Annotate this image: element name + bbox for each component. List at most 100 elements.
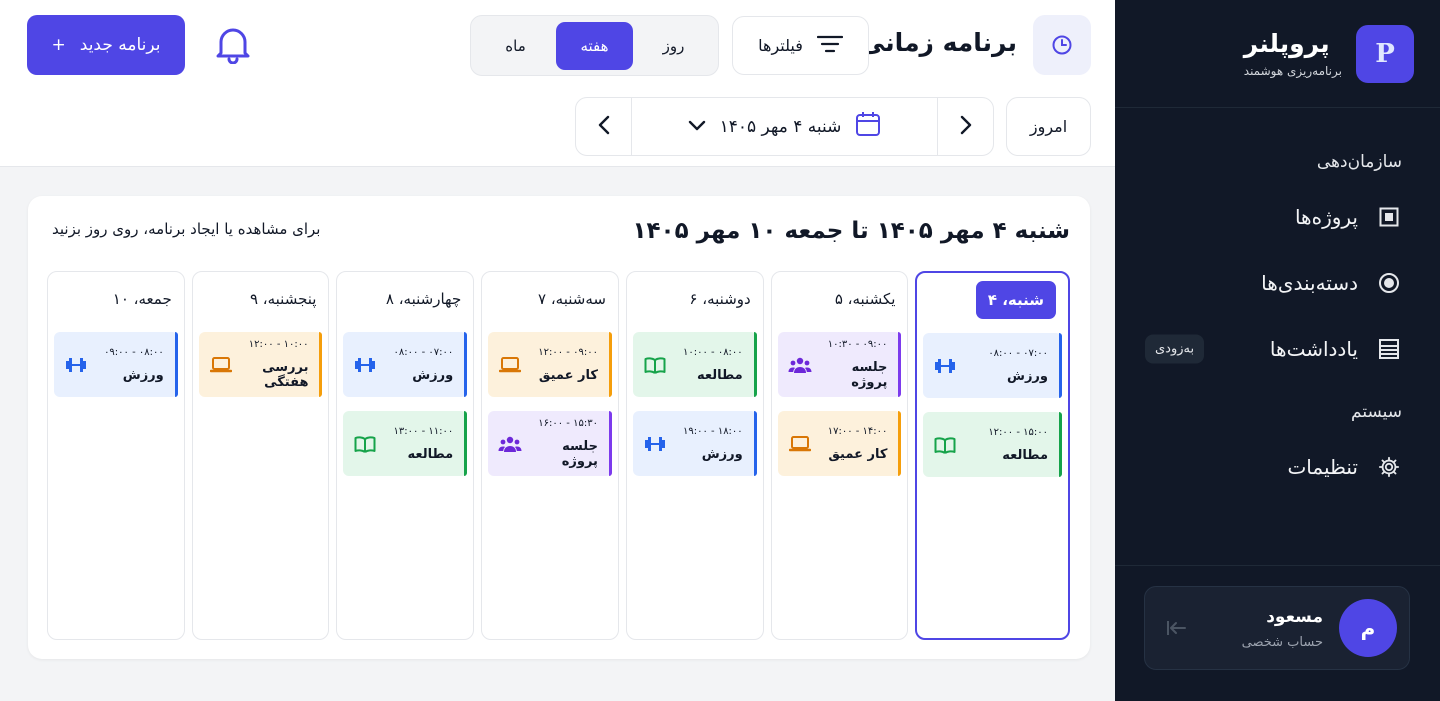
event-time: ۱۷:۰۰ - ۱۴:۰۰ (827, 425, 888, 437)
filters-label: فیلترها (758, 36, 803, 55)
event-card[interactable]: ۱۰:۳۰ - ۰۹:۰۰ جلسه پروژه (777, 332, 902, 397)
event-text: ۱۶:۰۰ - ۱۵:۳۰ جلسه پروژه (522, 418, 602, 469)
event-title: مطالعه (696, 367, 743, 383)
event-title: ورزش (1007, 368, 1048, 384)
plus-icon: + (51, 35, 66, 55)
dumbbell-icon (353, 353, 377, 377)
event-time: ۰۸:۰۰ - ۰۷:۰۰ (393, 346, 454, 358)
page-title: برنامه زمانی (860, 28, 1017, 57)
event-time: ۱۹:۰۰ - ۱۸:۰۰ (683, 425, 743, 437)
event-text: ۰۹:۰۰ - ۰۸:۰۰ ورزش (88, 347, 168, 383)
event-card[interactable]: ۱۰:۰۰ - ۰۸:۰۰ مطالعه (632, 332, 757, 397)
book-icon (353, 432, 377, 456)
brand: P پروپلنر برنامه‌ریزی هوشمند (1115, 0, 1440, 108)
event-title: ورزش (122, 367, 164, 383)
prev-week-button[interactable] (576, 98, 632, 155)
date-picker[interactable]: شنبه ۴ مهر ۱۴۰۵ (632, 98, 937, 155)
event-card[interactable]: ۱۷:۰۰ - ۱۴:۰۰ کار عمیق (777, 411, 902, 476)
day-column[interactable]: یکشنبه، ۵ ۱۰:۳۰ - ۰۹:۰۰ جلسه پروژه ۱۷:۰۰ - … (770, 271, 909, 640)
user-info: مسعود حساب شخصی (1242, 607, 1323, 650)
day-column[interactable]: دوشنبه، ۶ ۱۰:۰۰ - ۰۸:۰۰ مطالعه ۱۹:۰۰ - ۱۸:۰… (625, 271, 764, 640)
new-program-label: برنامه جدید (79, 35, 161, 55)
event-text: ۱۹:۰۰ - ۱۸:۰۰ ورزش (667, 426, 747, 462)
user-name: مسعود (1266, 606, 1323, 627)
tab-month[interactable]: ماه (477, 22, 554, 70)
event-title: جلسه پروژه (561, 439, 598, 469)
avatar: م (1339, 599, 1397, 657)
event-card[interactable]: ۱۳:۰۰ - ۱۱:۰۰ مطالعه (343, 411, 468, 476)
bell-icon[interactable] (214, 24, 252, 68)
dumbbell-icon (64, 353, 88, 377)
logout-icon[interactable] (1165, 617, 1187, 643)
current-date: شنبه ۴ مهر ۱۴۰۵ (719, 116, 842, 137)
day-header: چهارشنبه، ۸ (343, 280, 467, 318)
filters-button[interactable]: فیلترها (732, 16, 869, 75)
sidebar-item-categories[interactable]: دسته‌بندی‌ها (1115, 250, 1440, 316)
event-text: ۰۸:۰۰ - ۰۷:۰۰ ورزش (957, 348, 1052, 384)
event-time: ۰۸:۰۰ - ۰۷:۰۰ (988, 347, 1048, 359)
event-time: ۰۹:۰۰ - ۰۸:۰۰ (104, 346, 164, 358)
event-time: ۱۲:۰۰ - ۰۹:۰۰ (538, 346, 598, 358)
day-column[interactable]: چهارشنبه، ۸ ۰۸:۰۰ - ۰۷:۰۰ ورزش ۱۳:۰۰ - ۱۱:۰… (336, 271, 475, 640)
brand-text: پروپلنر برنامه‌ریزی هوشمند (1244, 29, 1342, 78)
event-text: ۱۳:۰۰ - ۱۱:۰۰ مطالعه (377, 426, 457, 462)
event-card[interactable]: ۱۲:۰۰ - ۱۰:۰۰ بررسی هفتگی (198, 332, 323, 397)
event-card[interactable]: ۱۹:۰۰ - ۱۸:۰۰ ورزش (632, 411, 757, 476)
day-header: یکشنبه، ۵ (778, 280, 902, 318)
laptop-icon (209, 353, 233, 377)
day-label: چهارشنبه، ۸ (385, 290, 462, 308)
event-card[interactable]: ۱۲:۰۰ - ۱۵:۰۰ مطالعه (923, 412, 1062, 477)
event-card[interactable]: ۱۶:۰۰ - ۱۵:۳۰ جلسه پروژه (488, 411, 612, 476)
event-card[interactable]: ۰۸:۰۰ - ۰۷:۰۰ ورزش (343, 332, 468, 397)
event-card[interactable]: ۰۸:۰۰ - ۰۷:۰۰ ورزش (923, 333, 1062, 398)
chevron-down-icon (688, 117, 706, 137)
square-icon (1376, 204, 1402, 230)
event-card[interactable]: ۰۹:۰۰ - ۰۸:۰۰ ورزش (54, 332, 178, 397)
dumbbell-icon (933, 354, 957, 378)
event-text: ۰۸:۰۰ - ۰۷:۰۰ ورزش (377, 347, 457, 383)
chevron-right-icon (960, 115, 972, 139)
week-hint: برای مشاهده یا ایجاد برنامه، روی روز بزن… (52, 220, 321, 238)
view-switch: روز هفته ماه (470, 15, 719, 76)
book-icon (933, 433, 957, 457)
new-program-button[interactable]: برنامه جدید + (27, 15, 185, 75)
tab-day[interactable]: روز (635, 22, 712, 70)
sidebar-item-label: دسته‌بندی‌ها (1261, 271, 1358, 295)
day-header: سه‌شنبه، ۷ (488, 280, 612, 318)
sidebar-item-projects[interactable]: پروژه‌ها (1115, 184, 1440, 250)
chevron-left-icon (598, 115, 610, 139)
event-text: ۱۷:۰۰ - ۱۴:۰۰ کار عمیق (812, 426, 892, 462)
section-title-system: سیستم (1351, 402, 1402, 422)
sidebar-item-label: یادداشت‌ها (1269, 337, 1358, 361)
sidebar-item-label: تنظیمات (1287, 455, 1358, 479)
tab-week[interactable]: هفته (556, 21, 633, 70)
users-icon (498, 432, 522, 456)
day-label: جمعه، ۱۰ (112, 290, 172, 308)
today-button[interactable]: امروز (1006, 97, 1091, 156)
user-card[interactable]: م مسعود حساب شخصی (1144, 586, 1410, 670)
day-column[interactable]: جمعه، ۱۰ ۰۹:۰۰ - ۰۸:۰۰ ورزش (47, 271, 185, 640)
day-header: جمعه، ۱۰ (54, 280, 178, 318)
brand-tagline: برنامه‌ریزی هوشمند (1243, 64, 1342, 78)
nav-system: تنظیمات (1115, 434, 1440, 500)
event-text: ۱۲:۰۰ - ۱۰:۰۰ بررسی هفتگی (233, 339, 313, 390)
clock-icon (1033, 15, 1091, 75)
day-column[interactable]: سه‌شنبه، ۷ ۱۲:۰۰ - ۰۹:۰۰ کار عمیق ۱۶:۰۰ - ۱… (481, 271, 619, 640)
week-days: شنبه، ۴ ۰۸:۰۰ - ۰۷:۰۰ ورزش ۱۲:۰۰ - ۱۵:۰۰ مطا… (47, 271, 1070, 640)
event-text: ۱۲:۰۰ - ۰۹:۰۰ کار عمیق (522, 347, 602, 383)
sidebar-item-settings[interactable]: تنظیمات (1115, 434, 1440, 500)
event-card[interactable]: ۱۲:۰۰ - ۰۹:۰۰ کار عمیق (488, 332, 612, 397)
day-header: دوشنبه، ۶ (633, 280, 757, 318)
event-text: ۱۰:۰۰ - ۰۸:۰۰ مطالعه (667, 347, 747, 383)
day-label: شنبه، ۴ (975, 281, 1056, 319)
day-column[interactable]: شنبه، ۴ ۰۸:۰۰ - ۰۷:۰۰ ورزش ۱۲:۰۰ - ۱۵:۰۰ مطا… (915, 271, 1070, 640)
gear-icon (1376, 454, 1402, 480)
event-title: جلسه پروژه (851, 360, 888, 390)
book-icon (643, 353, 667, 377)
next-week-button[interactable] (937, 98, 993, 155)
event-time: ۱۰:۳۰ - ۰۹:۰۰ (827, 339, 888, 350)
laptop-icon (498, 353, 522, 377)
day-column[interactable]: پنجشنبه، ۹ ۱۲:۰۰ - ۱۰:۰۰ بررسی هفتگی (191, 271, 330, 640)
event-text: ۱۲:۰۰ - ۱۵:۰۰ مطالعه (957, 427, 1052, 463)
sidebar-item-notes[interactable]: یادداشت‌ها به‌زودی (1115, 316, 1440, 382)
